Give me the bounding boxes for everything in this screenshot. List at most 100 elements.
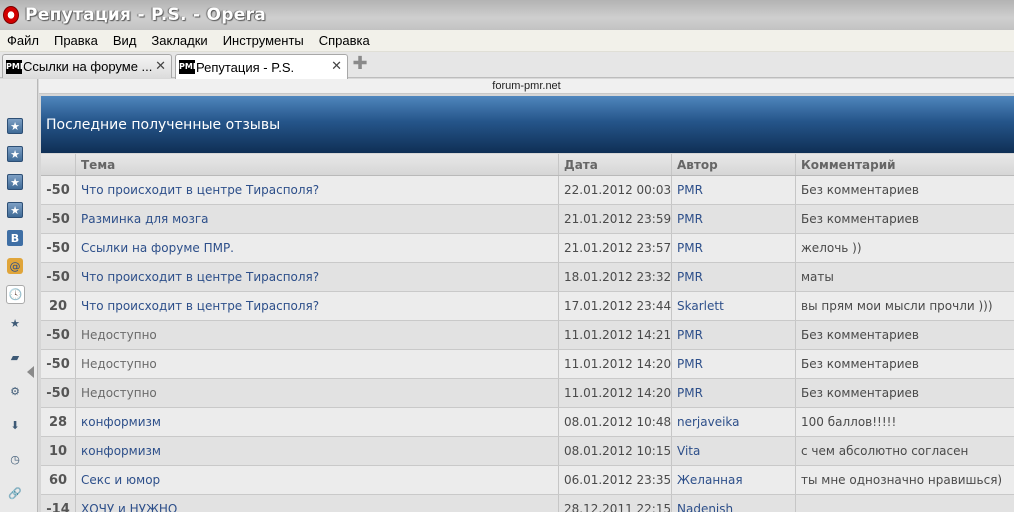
window-titlebar: Репутация - P.S. - Opera	[0, 0, 1014, 30]
author-link[interactable]: PMR	[671, 350, 795, 378]
header-author: Автор	[671, 154, 795, 175]
window-title: Репутация - P.S. - Opera	[25, 5, 267, 25]
author-link[interactable]: Vita	[671, 437, 795, 465]
topic-link: Недоступно	[75, 321, 558, 349]
comment-cell: с чем абсолютно согласен	[795, 437, 1014, 465]
date-cell: 22.01.2012 00:03	[558, 176, 671, 204]
address-host: forum-pmr.net	[39, 79, 1014, 94]
menu-edit[interactable]: Правка	[47, 33, 106, 48]
reputation-value: 20	[48, 298, 68, 314]
topic-link[interactable]: Что происходит в центре Тирасполя?	[75, 176, 558, 204]
table-row: -50 Недоступно 11.01.2012 14:20 PMR Без комм…	[41, 350, 1014, 379]
author-link[interactable]: nerjaveika	[671, 408, 795, 436]
topic-link[interactable]: Ссылки на форуме ПМР.	[75, 234, 558, 262]
menu-bar: Файл Правка Вид Закладки Инструменты Спр…	[0, 30, 1014, 52]
reputation-value: 10	[48, 443, 68, 459]
close-tab-icon[interactable]: ✕	[155, 59, 166, 74]
side-panel: ★ ★ ★ ★ B @ 🕓 ★ ▰ ⚙ ⬇ ◷ 🔗	[0, 79, 38, 512]
table-row: 20 Что происходит в центре Тирасполя? 17.0…	[41, 292, 1014, 321]
clock-icon[interactable]: ◷	[7, 451, 23, 467]
gear-icon[interactable]: ⚙	[7, 383, 23, 399]
page-content: Последние полученные отзывы Тема Дата Ав…	[39, 94, 1014, 512]
header-topic: Тема	[75, 154, 558, 175]
author-link[interactable]: PMR	[671, 176, 795, 204]
reputation-value: -50	[46, 211, 70, 227]
page-header: Последние полученные отзывы	[41, 96, 1014, 153]
author-link[interactable]: Желанная	[671, 466, 795, 494]
table-row: -50 Что происходит в центре Тирасполя? 22.…	[41, 176, 1014, 205]
note-icon[interactable]: ▰	[7, 349, 23, 365]
table-row: 10 конформизм 08.01.2012 10:15 Vita с чем аб…	[41, 437, 1014, 466]
comment-cell: Без комментариев	[795, 379, 1014, 407]
reputation-value: 28	[48, 414, 68, 430]
menu-view[interactable]: Вид	[106, 33, 145, 48]
clock-history-icon[interactable]: 🕓	[6, 285, 25, 304]
comment-cell: Без комментариев	[795, 205, 1014, 233]
topic-link[interactable]: ХОЧУ и НУЖНО	[75, 495, 558, 512]
topic-link: Недоступно	[75, 379, 558, 407]
active-panel-marker	[27, 366, 34, 378]
author-link[interactable]: PMR	[671, 263, 795, 291]
date-cell: 18.01.2012 23:32	[558, 263, 671, 291]
date-cell: 11.01.2012 14:21	[558, 321, 671, 349]
bookmark-icon[interactable]: ★	[7, 146, 23, 162]
topic-link[interactable]: Что происходит в центре Тирасполя?	[75, 263, 558, 291]
close-tab-icon[interactable]: ✕	[331, 59, 342, 74]
menu-tools[interactable]: Инструменты	[216, 33, 312, 48]
author-link[interactable]: PMR	[671, 379, 795, 407]
tab-reputation[interactable]: PMR Репутация - P.S. ✕	[175, 54, 348, 79]
table-row: -50 Недоступно 11.01.2012 14:21 PMR Без комм…	[41, 321, 1014, 350]
reputation-value: -14	[46, 501, 70, 512]
topic-link[interactable]: конформизм	[75, 408, 558, 436]
table-row: 60 Секс и юмор 06.01.2012 23:35 Желанная ты …	[41, 466, 1014, 495]
reputation-value: -50	[46, 385, 70, 401]
comment-cell: 100 баллов!!!!!	[795, 408, 1014, 436]
date-cell: 21.01.2012 23:57	[558, 234, 671, 262]
star-icon[interactable]: ★	[7, 315, 23, 331]
topic-link[interactable]: Секс и юмор	[75, 466, 558, 494]
table-header-row: Тема Дата Автор Комментарий	[41, 154, 1014, 176]
date-cell: 06.01.2012 23:35	[558, 466, 671, 494]
opera-logo-icon[interactable]	[3, 6, 19, 24]
new-tab-button[interactable]: ✚	[352, 55, 368, 73]
comment-cell: Без комментариев	[795, 321, 1014, 349]
date-cell: 21.01.2012 23:59	[558, 205, 671, 233]
date-cell: 11.01.2012 14:20	[558, 379, 671, 407]
link-icon[interactable]: 🔗	[7, 485, 23, 501]
topic-link: Недоступно	[75, 350, 558, 378]
tab-label: Ссылки на форуме ...	[23, 59, 153, 74]
bookmark-icon[interactable]: ★	[7, 174, 23, 190]
author-link[interactable]: PMR	[671, 205, 795, 233]
table-row: 28 конформизм 08.01.2012 10:48 nerjaveika 10…	[41, 408, 1014, 437]
comment-cell	[795, 495, 1014, 512]
download-icon[interactable]: ⬇	[7, 417, 23, 433]
topic-link[interactable]: конформизм	[75, 437, 558, 465]
menu-help[interactable]: Справка	[312, 33, 378, 48]
date-cell: 11.01.2012 14:20	[558, 350, 671, 378]
author-link[interactable]: Nadenish	[671, 495, 795, 512]
bookmark-icon[interactable]: ★	[7, 118, 23, 134]
table-row: -50 Недоступно 11.01.2012 14:20 PMR Без комм…	[41, 379, 1014, 408]
topic-link[interactable]: Что происходит в центре Тирасполя?	[75, 292, 558, 320]
topic-link[interactable]: Разминка для мозга	[75, 205, 558, 233]
author-link[interactable]: Skarlett	[671, 292, 795, 320]
date-cell: 17.01.2012 23:44	[558, 292, 671, 320]
reputation-value: 60	[48, 472, 68, 488]
author-link[interactable]: PMR	[671, 234, 795, 262]
reputation-value: -50	[46, 240, 70, 256]
header-rating	[41, 154, 75, 175]
mail-icon[interactable]: @	[7, 258, 23, 274]
vk-icon[interactable]: B	[7, 230, 23, 246]
bookmark-icon[interactable]: ★	[7, 202, 23, 218]
date-cell: 08.01.2012 10:48	[558, 408, 671, 436]
author-link[interactable]: PMR	[671, 321, 795, 349]
menu-file[interactable]: Файл	[0, 33, 47, 48]
comment-cell: маты	[795, 263, 1014, 291]
reputation-value: -50	[46, 182, 70, 198]
pmr-favicon-icon: PMR	[6, 59, 26, 74]
reputation-value: -50	[46, 356, 70, 372]
menu-bookmarks[interactable]: Закладки	[144, 33, 215, 48]
tab-forum-links[interactable]: PMR Ссылки на форуме ... ✕	[2, 54, 172, 78]
reputation-value: -50	[46, 269, 70, 285]
pmr-favicon-icon: PMR	[179, 60, 199, 74]
